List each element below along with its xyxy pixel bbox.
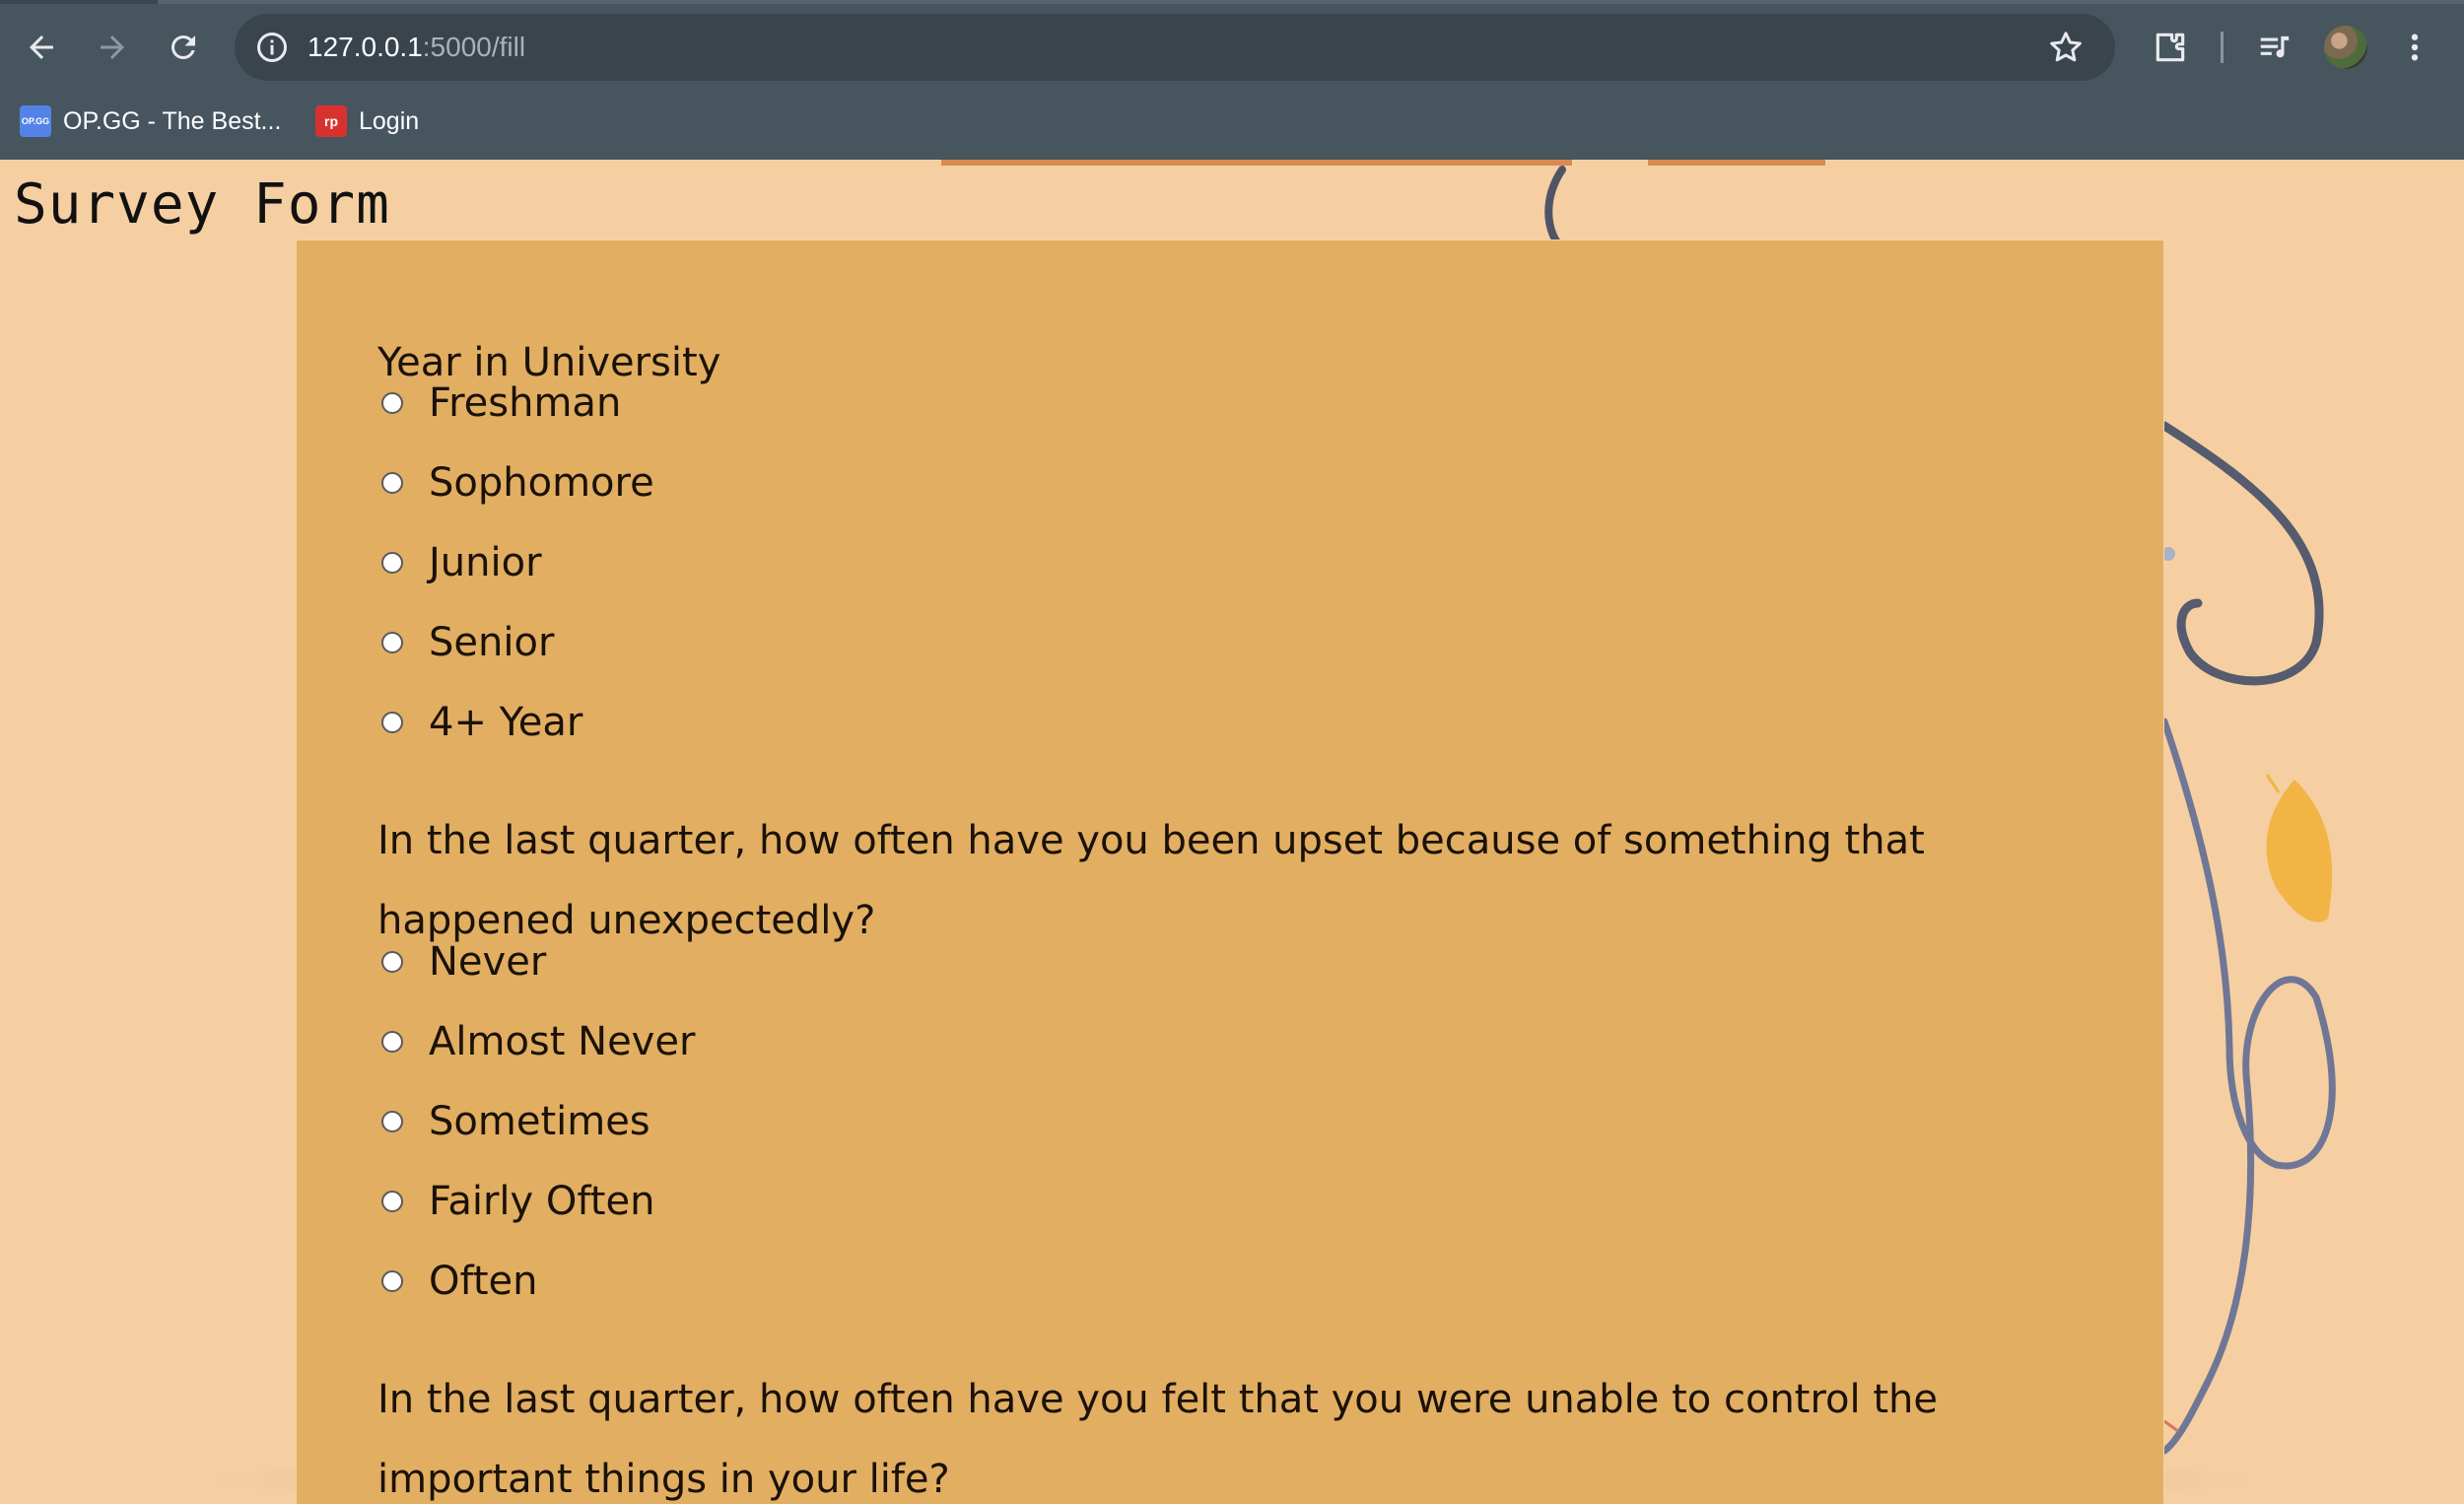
url-path: :5000/fill (422, 32, 526, 62)
media-control-icon[interactable] (2249, 22, 2300, 73)
bookmark-opgg[interactable]: OP.GG OP.GG - The Best... (20, 99, 281, 144)
star-icon[interactable] (2046, 28, 2086, 67)
decor-bar (1648, 160, 1825, 166)
leaf-stem (2265, 774, 2281, 793)
decor-swirl (2159, 421, 2324, 686)
radio-4plus-year[interactable] (381, 712, 403, 733)
radio-almost-never[interactable] (381, 1031, 403, 1053)
option-sometimes[interactable]: Sometimes (381, 1092, 650, 1151)
option-label: Never (429, 939, 547, 985)
option-label: Sometimes (429, 1099, 650, 1144)
page-viewport: Survey Form Year in University Freshman … (0, 160, 2464, 1504)
radio-often[interactable] (381, 1270, 403, 1292)
rp-favicon: rp (315, 105, 347, 137)
decor-swirl (1544, 166, 1566, 246)
radio-sophomore[interactable] (381, 472, 403, 494)
reload-icon[interactable] (158, 22, 209, 73)
forward-arrow-icon[interactable] (87, 22, 138, 73)
bookmark-label: Login (359, 106, 420, 135)
leaf-icon (2266, 780, 2333, 923)
radio-freshman[interactable] (381, 392, 403, 414)
option-sophomore[interactable]: Sophomore (381, 453, 654, 513)
option-never[interactable]: Never (381, 932, 546, 991)
option-fairly-often[interactable]: Fairly Often (381, 1172, 654, 1231)
option-label: Often (429, 1259, 538, 1304)
address-bar[interactable]: 127.0.0.1:5000/fill (235, 14, 2115, 81)
browser-toolbar: 127.0.0.1:5000/fill (0, 0, 2464, 95)
question-upset-label: In the last quarter, how often have you … (377, 818, 1925, 943)
bookmark-login[interactable]: rp Login (315, 99, 419, 144)
option-label: Freshman (429, 380, 622, 426)
radio-junior[interactable] (381, 552, 403, 574)
option-freshman[interactable]: Freshman (381, 374, 621, 433)
back-arrow-icon[interactable] (16, 22, 67, 73)
question-year-label: Year in University (377, 340, 721, 385)
url-host: 127.0.0.1 (308, 32, 423, 62)
decor-bar (941, 160, 1572, 166)
decor-vine (2160, 718, 2336, 1455)
radio-fairly-often[interactable] (381, 1191, 403, 1212)
radio-never[interactable] (381, 951, 403, 973)
option-label: Junior (429, 540, 542, 585)
option-label: 4+ Year (429, 700, 583, 745)
info-icon[interactable] (254, 30, 290, 65)
bookmarks-bar: OP.GG OP.GG - The Best... rp Login (0, 99, 2464, 144)
toolbar-separator (2221, 32, 2224, 63)
option-label: Almost Never (429, 1019, 696, 1064)
more-vert-icon[interactable] (2389, 22, 2440, 73)
option-senior[interactable]: Senior (381, 613, 554, 672)
page-title: Survey Form (14, 172, 390, 237)
option-almost-never[interactable]: Almost Never (381, 1012, 695, 1071)
bookmark-label: OP.GG - The Best... (63, 106, 282, 135)
decor-mark (2163, 1419, 2179, 1433)
option-label: Fairly Often (429, 1179, 655, 1224)
url-text[interactable]: 127.0.0.1:5000/fill (308, 28, 525, 67)
opgg-favicon: OP.GG (20, 105, 51, 137)
option-4plus-year[interactable]: 4+ Year (381, 693, 582, 752)
avatar[interactable] (2324, 26, 2367, 69)
option-label: Senior (429, 620, 555, 665)
option-label: Sophomore (429, 460, 654, 506)
option-junior[interactable]: Junior (381, 533, 542, 592)
radio-sometimes[interactable] (381, 1111, 403, 1132)
radio-senior[interactable] (381, 632, 403, 653)
option-often[interactable]: Often (381, 1252, 538, 1311)
question-control-label: In the last quarter, how often have you … (377, 1377, 1938, 1502)
survey-form: Year in University Freshman Sophomore Ju… (296, 239, 2164, 1504)
extensions-icon[interactable] (2145, 22, 2196, 73)
browser-chrome: 127.0.0.1:5000/fill OP.GG OP.GG - The Be… (0, 0, 2464, 160)
